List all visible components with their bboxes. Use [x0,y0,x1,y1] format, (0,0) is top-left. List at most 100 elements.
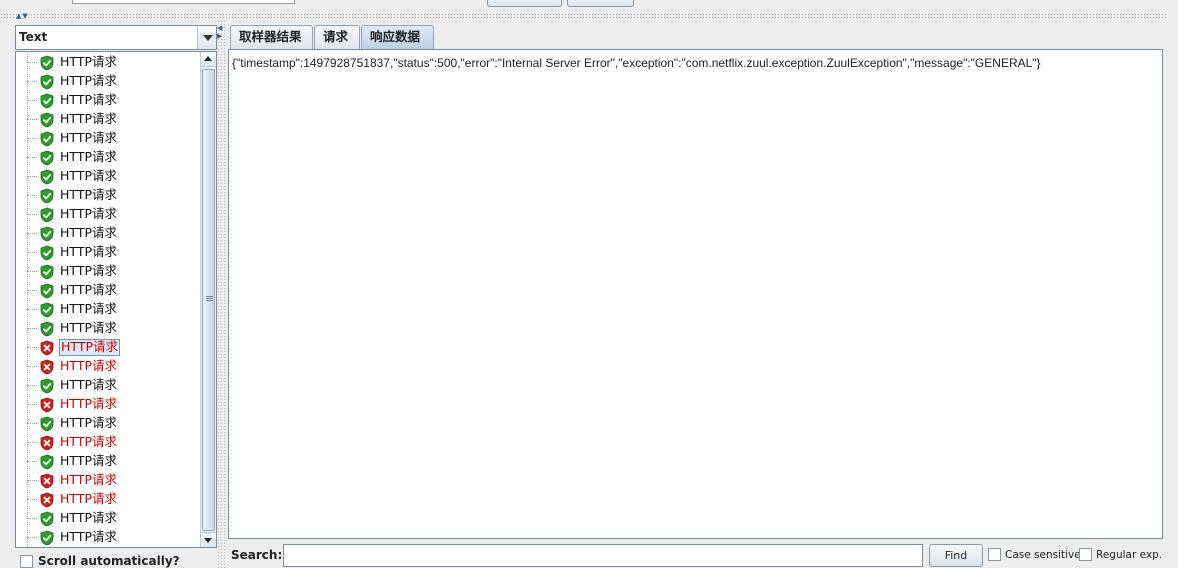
tree-connector-line [27,442,37,443]
tree-connector-line [27,252,37,253]
window-edge [1166,20,1178,568]
tree-item[interactable]: HTTP请求 [16,91,201,110]
chevron-down-icon[interactable] [197,26,216,49]
tree-connector-line [27,119,37,120]
tree-item-label: HTTP请求 [60,301,117,316]
green-shield-check-icon [39,264,55,280]
tree-item-label: HTTP请求 [60,206,117,221]
top-toolbar-strip [0,0,1178,12]
search-row: Search: Find Case sensitive Regular exp. [226,542,1166,568]
tree-item[interactable]: HTTP请求 [16,338,201,357]
tree-item[interactable]: HTTP请求 [16,414,201,433]
green-shield-check-icon [39,131,55,147]
tree-connector-line [27,100,37,101]
tree-item[interactable]: HTTP请求 [16,53,201,72]
tree-scrollbar[interactable] [200,52,216,547]
renderer-dropdown[interactable]: Text [15,25,217,50]
tree-connector-line [27,366,37,367]
tree-item-label: HTTP请求 [60,149,117,164]
response-data-textarea[interactable]: {"timestamp":1497928751837,"status":500,… [228,49,1163,539]
tree-item-label: HTTP请求 [60,225,117,240]
tree-item-label: HTTP请求 [60,244,117,259]
tree-item[interactable]: HTTP请求 [16,129,201,148]
horizontal-splitter[interactable] [0,13,1167,19]
green-shield-check-icon [39,150,55,166]
tree-item-label: HTTP请求 [60,111,117,126]
tree-connector-line [27,480,37,481]
vertical-splitter[interactable] [217,20,225,568]
tree-item-label: HTTP请求 [60,263,117,278]
top-input-field[interactable] [72,0,295,4]
tree-connector-line [27,347,37,348]
search-input[interactable] [283,544,923,567]
tree-item[interactable]: HTTP请求 [16,319,201,338]
tree-item-label: HTTP请求 [60,168,117,183]
find-button[interactable]: Find [929,544,983,567]
green-shield-check-icon [39,188,55,204]
tree-item-label: HTTP请求 [60,529,117,544]
tree-item[interactable]: HTTP请求 [16,357,201,376]
tree-item[interactable]: HTTP请求 [16,528,201,547]
tree-item-label: HTTP请求 [60,130,117,145]
checkbox-box[interactable] [20,555,33,568]
tree-item[interactable]: HTTP请求 [16,452,201,471]
tree-connector-line [27,309,37,310]
tab-response-data[interactable]: 响应数据 [361,25,434,49]
top-button-2[interactable] [567,0,634,7]
tree-connector-line [27,138,37,139]
tree-item-label: HTTP请求 [60,73,117,88]
tree-connector-line [27,499,37,500]
tree-connector-line [27,271,37,272]
tree-item[interactable]: HTTP请求 [16,300,201,319]
tree-item[interactable]: HTTP请求 [16,243,201,262]
tree-item[interactable]: HTTP请求 [16,490,201,509]
green-shield-check-icon [39,454,55,470]
scroll-automatically-label: Scroll automatically? [38,554,180,568]
checkbox-box[interactable] [1079,548,1092,561]
tree-item-label: HTTP请求 [60,377,117,392]
green-shield-check-icon [39,378,55,394]
tree-item[interactable]: HTTP请求 [16,509,201,528]
tab-request[interactable]: 请求 [314,25,360,49]
result-detail-panel: 取样器结果 请求 响应数据 {"timestamp":1497928751837… [226,22,1166,568]
green-shield-check-icon [39,93,55,109]
scroll-up-arrow-icon[interactable] [201,52,216,67]
tree-item[interactable]: HTTP请求 [16,433,201,452]
tree-item[interactable]: HTTP请求 [16,186,201,205]
tree-item[interactable]: HTTP请求 [16,224,201,243]
tree-item[interactable]: HTTP请求 [16,281,201,300]
tree-item[interactable]: HTTP请求 [16,395,201,414]
green-shield-check-icon [39,530,55,546]
red-shield-x-icon [39,397,55,413]
tree-item[interactable]: HTTP请求 [16,110,201,129]
green-shield-check-icon [39,207,55,223]
tree-connector-line [27,195,37,196]
tree-item[interactable]: HTTP请求 [16,167,201,186]
tree-item[interactable]: HTTP请求 [16,148,201,167]
collapse-arrows-icon[interactable]: ▲▼ [16,13,40,20]
tree-connector-line [27,214,37,215]
green-shield-check-icon [39,55,55,71]
tree-item-label: HTTP请求 [60,187,117,202]
green-shield-check-icon [39,511,55,527]
tree-connector-line [27,157,37,158]
results-tree[interactable]: HTTP请求 HTTP请求 HTTP请求 HTTP请求 HTTP请求 HTTP请求 HTTP… [15,51,217,548]
response-body: {"timestamp":1497928751837,"status":500,… [232,56,1041,70]
tree-item[interactable]: HTTP请求 [16,205,201,224]
red-shield-x-icon [39,359,55,375]
tree-item[interactable]: HTTP请求 [16,376,201,395]
split-arrows-icon[interactable]: ◀ ▶ [217,24,224,40]
tree-item[interactable]: HTTP请求 [16,262,201,281]
results-tree-list: HTTP请求 HTTP请求 HTTP请求 HTTP请求 HTTP请求 HTTP请求 HTTP… [16,52,201,547]
checkbox-box[interactable] [988,548,1001,561]
tree-item[interactable]: HTTP请求 [16,72,201,91]
top-button-1[interactable] [487,0,562,7]
tab-sampler-result[interactable]: 取样器结果 [230,25,313,49]
green-shield-check-icon [39,283,55,299]
tree-connector-line [27,461,37,462]
scroll-down-arrow-icon[interactable] [201,532,216,547]
scrollbar-thumb[interactable] [202,69,215,531]
tree-item[interactable]: HTTP请求 [16,471,201,490]
regular-exp-label: Regular exp. [1096,549,1163,561]
scroll-grip-icon [206,296,213,301]
